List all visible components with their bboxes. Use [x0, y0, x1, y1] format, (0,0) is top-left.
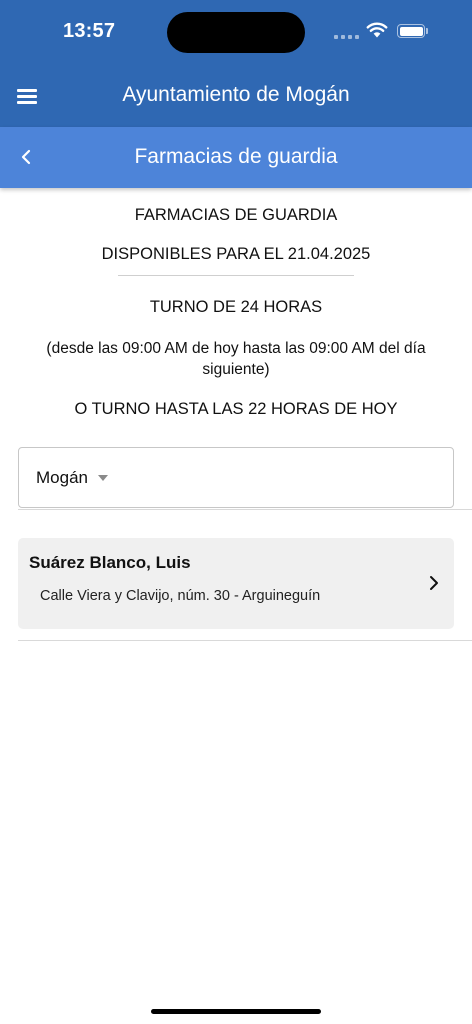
section-title: Farmacias de guardia	[134, 145, 338, 168]
app-header: 13:57 Ayuntamiento de Mogán	[0, 0, 472, 127]
pharmacy-card[interactable]: Suárez Blanco, Luis Calle Viera y Clavij…	[18, 538, 454, 629]
chevron-right-icon	[430, 576, 438, 590]
info-date: DISPONIBLES PARA EL 21.04.2025	[101, 245, 371, 263]
municipality-select[interactable]: Mogán	[18, 447, 454, 508]
battery-icon	[397, 24, 425, 38]
caret-down-icon	[98, 475, 108, 481]
app-title: Ayuntamiento de Mogán	[122, 83, 350, 106]
wifi-icon	[366, 22, 388, 38]
shift-22h: O TURNO HASTA LAS 22 HORAS DE HOY	[74, 400, 398, 418]
cellular-signal-icon	[334, 35, 359, 39]
list-divider-bottom	[18, 640, 472, 641]
divider	[118, 275, 354, 276]
home-indicator[interactable]	[151, 1009, 321, 1014]
section-header: Farmacias de guardia	[0, 127, 472, 188]
list-divider-top	[18, 509, 472, 510]
battery-cap	[426, 28, 428, 34]
pharmacy-address: Calle Viera y Clavijo, núm. 30 - Arguine…	[40, 588, 321, 604]
app-screen: 13:57 Ayuntamiento de Mogán Farmacias de…	[0, 0, 472, 1024]
shift-24h: TURNO DE 24 HORAS	[149, 298, 323, 316]
info-heading: FARMACIAS DE GUARDIA	[134, 206, 338, 224]
municipality-select-value: Mogán	[36, 468, 88, 487]
status-time: 13:57	[63, 20, 116, 42]
dynamic-island	[167, 12, 305, 53]
shift-hours: (desde las 09:00 AM de hoy hasta las 09:…	[46, 340, 426, 378]
pharmacy-name: Suárez Blanco, Luis	[29, 553, 191, 572]
